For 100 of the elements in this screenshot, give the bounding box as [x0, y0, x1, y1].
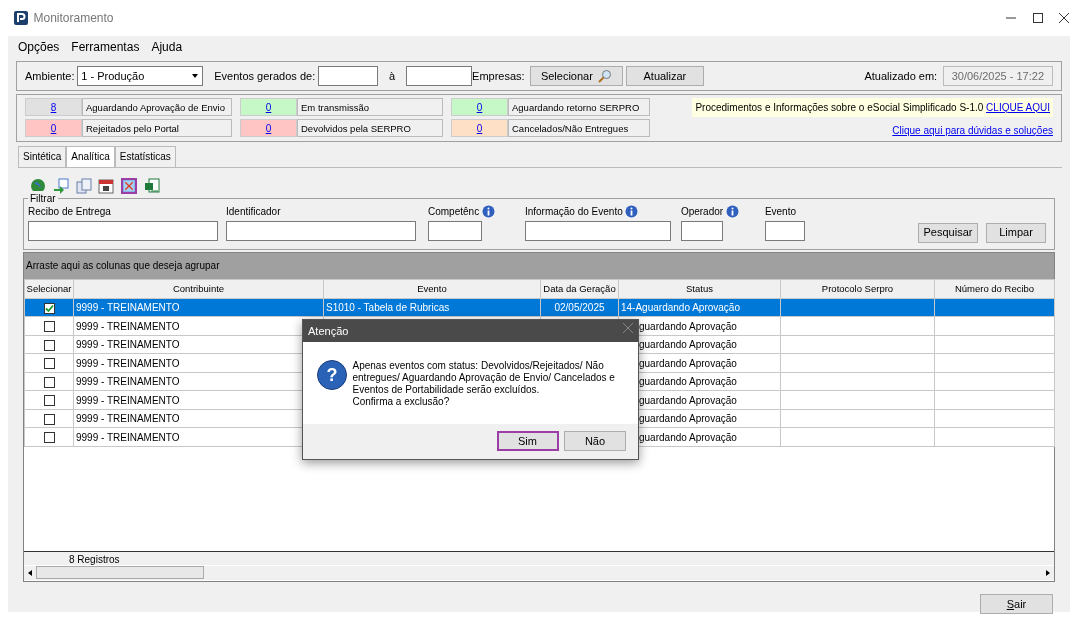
counter-label: Aguardando retorno SERPRO: [508, 97, 650, 116]
menu-item[interactable]: Opções: [18, 38, 60, 56]
status-cell: guardando Aprovação: [639, 413, 737, 424]
counter-label: Rejeitados pelo Portal: [82, 118, 232, 137]
info-text: Procedimentos e Informações sobre o eSocial Simplificado S-1.0: [695, 100, 984, 115]
maximize-icon[interactable]: [1032, 13, 1043, 23]
counter-label: Aguardando Aprovação de Envio: [82, 97, 232, 116]
spreadsheet-icon[interactable]: [143, 177, 160, 194]
column-header[interactable]: Contribuinte: [73, 279, 324, 299]
window-title: Monitoramento: [33, 10, 114, 27]
tab[interactable]: Sintética: [18, 145, 67, 167]
contributor-cell: 9999 - TREINAMENTO: [76, 376, 180, 387]
date-cell: 02/05/2025: [554, 302, 605, 313]
column-header[interactable]: Número do Recibo: [934, 279, 1055, 299]
checkbox[interactable]: [43, 339, 55, 351]
delete-icon[interactable]: [121, 177, 137, 194]
column-header[interactable]: Selecionar: [24, 279, 74, 299]
field-label: Ambiente:: [25, 68, 75, 84]
filter-field[interactable]: [226, 220, 416, 241]
counter-label: Em transmissão: [297, 97, 443, 116]
info-link[interactable]: CLIQUE AQUI: [986, 99, 1050, 115]
contributor-cell: 9999 - TREINAMENTO: [76, 394, 180, 406]
info-icon[interactable]: [481, 205, 495, 218]
field-label: Operador: [680, 205, 724, 219]
updated-field: 30/06/2025 - 17:22: [942, 65, 1053, 86]
filter-field[interactable]: [428, 220, 482, 241]
contributor-cell: 9999 - TREINAMENTO: [76, 320, 180, 332]
contributor-cell: 9999 - TREINAMENTO: [76, 431, 180, 443]
contributor-cell: 9999 - TREINAMENTO: [76, 413, 180, 424]
column-header[interactable]: Evento: [323, 279, 541, 299]
counter-link[interactable]: 0: [451, 118, 508, 137]
counter-label: Cancelados/Não Entregues: [508, 118, 650, 137]
column-header[interactable]: Protocolo Serpro: [780, 279, 935, 299]
field-label: Informação do Evento: [524, 205, 623, 219]
date-to-field[interactable]: [406, 65, 473, 86]
filter-field[interactable]: [680, 220, 723, 241]
refresh-button[interactable]: Atualizar: [625, 65, 704, 86]
clear-button[interactable]: Limpar: [986, 222, 1046, 243]
counter-link[interactable]: 0: [240, 118, 297, 137]
group-by-area: Arraste aqui as colunas que deseja agrupar: [24, 253, 1054, 280]
question-icon: ?: [317, 360, 347, 390]
calendar-icon[interactable]: [98, 177, 115, 194]
select-button[interactable]: Selecionar: [530, 65, 624, 86]
field-label: Empresas:: [472, 68, 525, 84]
status-cell: guardando Aprovação: [639, 339, 737, 350]
record-count: 8 Registros: [24, 551, 1054, 566]
search-icon: [598, 68, 613, 83]
field-label: Identificador: [226, 205, 281, 219]
date-from-field[interactable]: [317, 65, 378, 86]
checkbox[interactable]: [43, 432, 55, 444]
info-icon[interactable]: [725, 205, 739, 218]
field-label: à: [388, 68, 396, 84]
info-icon[interactable]: [625, 205, 639, 218]
counter-label: Devolvidos pela SERPRO: [297, 118, 443, 137]
field-label: Eventos gerados de:: [214, 68, 316, 84]
checkbox[interactable]: [43, 413, 55, 425]
dialog-button[interactable]: Não: [564, 431, 626, 451]
checkbox[interactable]: [43, 395, 55, 407]
dialog-title: Atenção: [308, 324, 349, 339]
status-cell: 14-Aguardando Aprovação: [621, 302, 740, 313]
help-link[interactable]: Clique aqui para dúvidas e soluções: [892, 122, 1053, 138]
counter-link[interactable]: 0: [25, 118, 82, 137]
column-header[interactable]: Data da Geração: [540, 279, 619, 299]
counter-link[interactable]: 0: [451, 97, 508, 116]
filter-field[interactable]: [764, 220, 805, 241]
status-cell: guardando Aprovação: [639, 376, 737, 387]
transfer-icon[interactable]: [52, 177, 69, 194]
status-cell: guardando Aprovação: [639, 357, 737, 369]
field-label: Competênc: [428, 205, 480, 219]
menu-item[interactable]: Ferramentas: [71, 38, 140, 56]
environment-dropdown[interactable]: 1 - Produção: [77, 65, 204, 86]
status-cell: guardando Aprovação: [639, 431, 737, 443]
tab[interactable]: Estatísticas: [114, 145, 176, 167]
menu-item[interactable]: Ajuda: [151, 38, 183, 56]
contributor-cell: 9999 - TREINAMENTO: [76, 357, 180, 369]
status-cell: guardando Aprovação: [639, 394, 737, 406]
contributor-cell: 9999 - TREINAMENTO: [76, 302, 180, 313]
checkbox[interactable]: [43, 376, 55, 388]
counter-link[interactable]: 0: [240, 97, 297, 116]
contributor-cell: 9999 - TREINAMENTO: [76, 339, 180, 350]
dialog-button[interactable]: Sim: [496, 431, 559, 451]
close-icon[interactable]: [1059, 13, 1069, 23]
counter-link[interactable]: 8: [25, 97, 82, 116]
field-label: Atualizado em:: [864, 68, 938, 84]
field-label: Recibo de Entrega: [28, 205, 111, 219]
column-header[interactable]: Status: [618, 279, 781, 299]
dialog-message: Apenas eventos com status: Devolvidos/Rejeitados/ Não entregues/ Aguardando Aprovação de Envio/ Cancelados e Eventos de Portabilidade serão excluídos. Confirma a exclusão?: [352, 360, 615, 409]
status-cell: guardando Aprovação: [639, 320, 737, 332]
field-label: Evento: [764, 205, 797, 219]
checkbox[interactable]: [43, 358, 55, 370]
globe-icon[interactable]: [30, 177, 46, 194]
checkbox[interactable]: [43, 302, 55, 314]
search-button[interactable]: Pesquisar: [918, 222, 978, 243]
checkbox[interactable]: [43, 321, 55, 333]
event-cell: S1010 - Tabela de Rubricas: [326, 302, 450, 313]
tab[interactable]: Analítica: [66, 145, 115, 167]
filter-field[interactable]: [28, 220, 218, 241]
exit-button[interactable]: Sair: [980, 594, 1053, 615]
filter-field[interactable]: [524, 220, 671, 241]
app-logo-icon: [14, 11, 28, 25]
